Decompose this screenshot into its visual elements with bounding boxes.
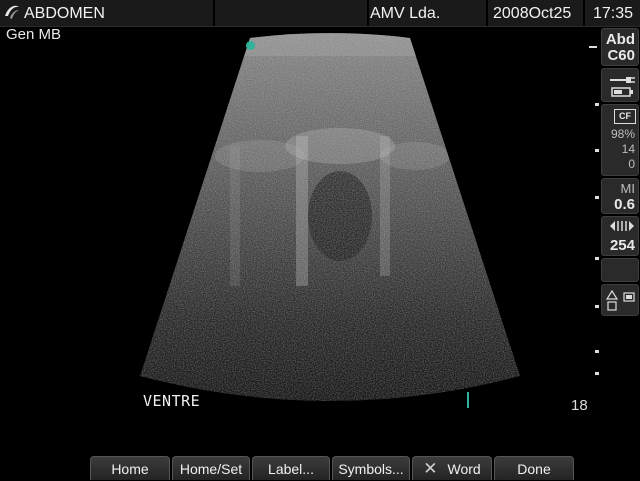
cf-value-2: 14 [621,142,635,156]
word-button[interactable]: ✕ Word [412,456,492,480]
depth-value: 18 [571,397,588,414]
close-icon: ✕ [423,459,438,478]
home-button[interactable]: Home [90,456,170,480]
blank-box [601,258,639,282]
line-density-icon [610,221,634,231]
layout-icon [606,289,635,311]
exam-date: 2008Oct25 [493,5,572,22]
transducer-model: C60 [607,47,635,64]
ultrasound-image [140,33,520,401]
exam-time: 17:35 [593,5,634,22]
done-button[interactable]: Done [494,456,574,480]
side-panel: Abd C60 CF 98% 14 0 MI 0.6 254 [601,28,639,316]
home-set-button[interactable]: Home/Set [172,456,250,480]
mi-label: MI [620,181,635,196]
color-flow-box: CF 98% 14 0 [601,104,639,176]
softkey-bar: Home Home/Set Label... Symbols... ✕ Word … [0,456,640,480]
transducer-box: Abd C60 [601,28,639,66]
mi-value: 0.6 [614,196,635,213]
exam-type: ABDOMEN [24,5,105,22]
power-box [601,68,639,102]
cf-percent: 98% [610,127,635,141]
text-cursor [467,392,469,408]
text-annotation[interactable]: VENTRE [143,392,200,410]
line-density-value: 254 [609,237,635,254]
header-bar: ABDOMEN AMV Lda. 2008Oct25 17:35 [0,0,640,27]
logo-icon [5,5,19,19]
transducer-label: Abd [605,31,635,48]
label-button[interactable]: Label... [252,456,330,480]
depth-scale-top [589,46,597,48]
cf-label: CF [614,109,636,124]
plug-icon [610,77,635,97]
cf-value-3: 0 [628,157,635,171]
mi-box: MI 0.6 [601,178,639,214]
symbols-button[interactable]: Symbols... [332,456,410,480]
institution-name: AMV Lda. [370,5,441,22]
word-label: Word [447,461,481,477]
display-mode-box [601,284,639,316]
focus-marker [246,41,255,50]
line-density-box: 254 [601,216,639,256]
